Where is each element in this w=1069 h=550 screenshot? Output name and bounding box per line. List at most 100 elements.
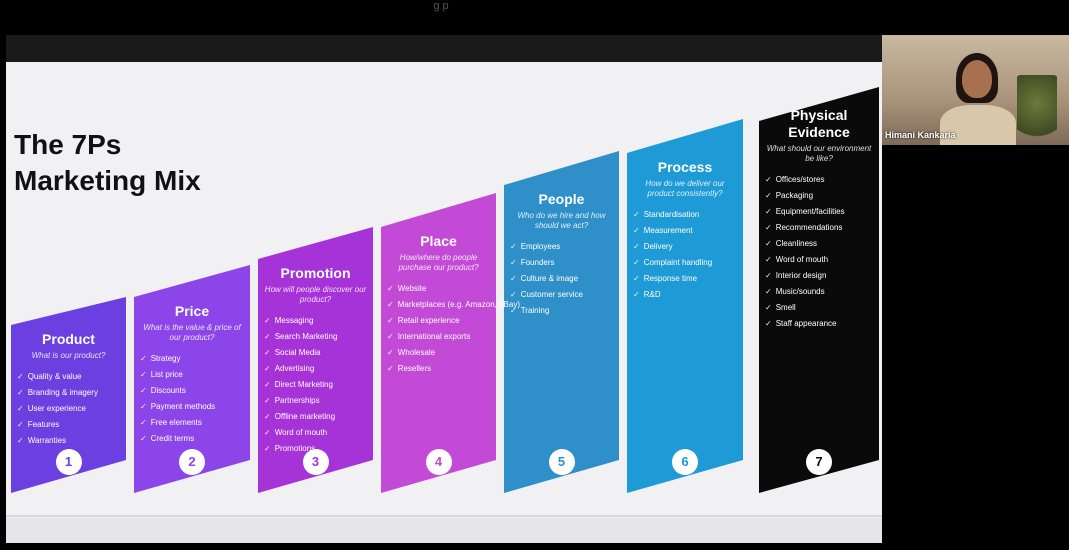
- card-list-item-text: Smell: [775, 303, 796, 312]
- card-list-item-text: Recommendations: [775, 223, 843, 232]
- checkmark-icon: ✓: [510, 258, 517, 267]
- card-list-item: ✓ Smell: [765, 300, 873, 316]
- checkmark-icon: ✓: [633, 258, 640, 267]
- checkmark-icon: ✓: [387, 364, 394, 373]
- card-list-item: ✓ Resellers: [387, 361, 490, 377]
- checkmark-icon: ✓: [633, 290, 640, 299]
- card-list-item: ✓ Employees: [510, 239, 613, 255]
- card-content-price: Price What is the value & price of our pr…: [140, 303, 244, 447]
- card-list-item-text: Social Media: [274, 348, 321, 357]
- card-list-item-text: Messaging: [274, 316, 314, 325]
- card-question: How/where do people purchase our product…: [398, 253, 479, 272]
- card-list-item-text: Offices/stores: [775, 175, 825, 184]
- card-list-item: ✓ Delivery: [633, 239, 737, 255]
- slide-bottom-strip: [6, 518, 882, 543]
- card-title: Promotion: [280, 265, 351, 281]
- checkmark-icon: ✓: [765, 255, 772, 264]
- card-list-item: ✓ Social Media: [264, 345, 367, 361]
- card-list-item: ✓ Offices/stores: [765, 172, 873, 188]
- checkmark-icon: ✓: [633, 226, 640, 235]
- card-list-item-text: Warranties: [27, 436, 67, 445]
- card-list-item-text: Strategy: [150, 354, 181, 363]
- card-list-item-text: Discounts: [150, 386, 186, 395]
- top-caption: g p: [433, 0, 449, 12]
- card-list-item: ✓ List price: [140, 367, 244, 383]
- card-list-item: ✓ Website: [387, 281, 490, 297]
- card-list-item: ✓ Response time: [633, 271, 737, 287]
- card-list-item: ✓ Retail experience: [387, 313, 490, 329]
- card-list-item: ✓ Measurement: [633, 223, 737, 239]
- participant-name-label: Himani Kankaria: [885, 130, 956, 140]
- card-list-item: ✓ Messaging: [264, 313, 367, 329]
- card-number-badge: 2: [179, 448, 205, 475]
- card-item-list: ✓ Offices/stores ✓ Packaging ✓ Equipment/faci…: [765, 172, 873, 332]
- card-list-item-text: Word of mouth: [274, 428, 328, 437]
- card-list-item-text: Wholesale: [397, 348, 436, 357]
- card-content-product: Product What is our product? ✓ Quality & va…: [17, 331, 120, 449]
- card-number-badge: 3: [302, 448, 329, 475]
- card-list-item-text: International exports: [397, 332, 471, 341]
- card-list-item-text: Payment methods: [150, 402, 216, 411]
- card-question: What is our product?: [31, 351, 106, 360]
- card-list-item-text: Partnerships: [274, 396, 320, 405]
- participant-video-tile[interactable]: Himani Kankaria: [882, 35, 1069, 145]
- card-list-item: ✓ Recommendations: [765, 220, 873, 236]
- card-list-item-text: Features: [27, 420, 60, 429]
- card-list-item: ✓ Payment methods: [140, 399, 244, 415]
- card-question: What should our environment be like?: [766, 144, 872, 163]
- zoom-screen: g p The 7Ps Marketing Mix Product What is…: [0, 0, 1069, 550]
- card-item-list: ✓ Employees ✓ Founders ✓ Culture & image ✓ Cust…: [510, 239, 613, 319]
- card-list-item: ✓ Founders: [510, 255, 613, 271]
- checkmark-icon: ✓: [17, 372, 24, 381]
- card-list-item: ✓ Strategy: [140, 351, 244, 367]
- checkmark-icon: ✓: [765, 319, 772, 328]
- card-content-place: Place How/where do people purchase our pr…: [387, 233, 520, 377]
- checkmark-icon: ✓: [387, 284, 394, 293]
- checkmark-icon: ✓: [140, 370, 147, 379]
- shared-slide: The 7Ps Marketing Mix Product What is our…: [6, 35, 882, 543]
- checkmark-icon: ✓: [264, 348, 271, 357]
- card-list-item: ✓ Equipment/facilities: [765, 204, 873, 220]
- card-item-list: ✓ Quality & value ✓ Branding & imagery ✓ User…: [17, 369, 120, 449]
- card-list-item-text: Measurement: [643, 226, 693, 235]
- card-list-item: ✓ Marketplaces (e.g. Amazon, eBay): [387, 297, 520, 313]
- checkmark-icon: ✓: [765, 191, 772, 200]
- card-list-item-text: Free elements: [150, 418, 202, 427]
- card-list-item: ✓ Partnerships: [264, 393, 367, 409]
- card-list-item: ✓ Packaging: [765, 188, 873, 204]
- card-list-item-text: Equipment/facilities: [775, 207, 845, 216]
- card-list-item: ✓ Free elements: [140, 415, 244, 431]
- card-list-item-text: Credit terms: [150, 434, 195, 443]
- card-list-item-text: Cleanliness: [775, 239, 818, 248]
- card-list-item-text: R&D: [643, 290, 661, 299]
- card-list-item-text: Response time: [643, 274, 698, 283]
- card-list-item: ✓ Word of mouth: [264, 425, 367, 441]
- card-list-item: ✓ Customer service: [510, 287, 613, 303]
- card-list-item: ✓ Music/sounds: [765, 284, 873, 300]
- checkmark-icon: ✓: [510, 306, 517, 315]
- checkmark-icon: ✓: [17, 404, 24, 413]
- card-list-item-text: Employees: [520, 242, 561, 251]
- card-list-item-text: Founders: [520, 258, 555, 267]
- card-number-badge: 5: [548, 448, 575, 475]
- card-list-item: ✓ Branding & imagery: [17, 385, 120, 401]
- card-item-list: ✓ Messaging ✓ Search Marketing ✓ Social Media…: [264, 313, 367, 457]
- card-question: What is the value & price of our product…: [143, 323, 241, 342]
- card-list-item-text: Branding & imagery: [27, 388, 98, 397]
- card-title: Product: [42, 331, 95, 347]
- checkmark-icon: ✓: [264, 428, 271, 437]
- card-list-item: ✓ Complaint handling: [633, 255, 737, 271]
- checkmark-icon: ✓: [633, 210, 640, 219]
- checkmark-icon: ✓: [765, 175, 772, 184]
- card-list-item: ✓ R&D: [633, 287, 737, 303]
- card-title: Price: [174, 303, 210, 319]
- checkmark-icon: ✓: [510, 290, 517, 299]
- checkmark-icon: ✓: [264, 316, 271, 325]
- checkmark-icon: ✓: [264, 332, 271, 341]
- card-list-item-text: Direct Marketing: [274, 380, 333, 389]
- participant-face: [962, 60, 992, 98]
- card-list-item-text: Packaging: [775, 191, 814, 200]
- card-item-list: ✓ Standardisation ✓ Measurement ✓ Delivery ✓ Co…: [633, 207, 737, 303]
- card-list-item: ✓ International exports: [387, 329, 490, 345]
- checkmark-icon: ✓: [387, 332, 394, 341]
